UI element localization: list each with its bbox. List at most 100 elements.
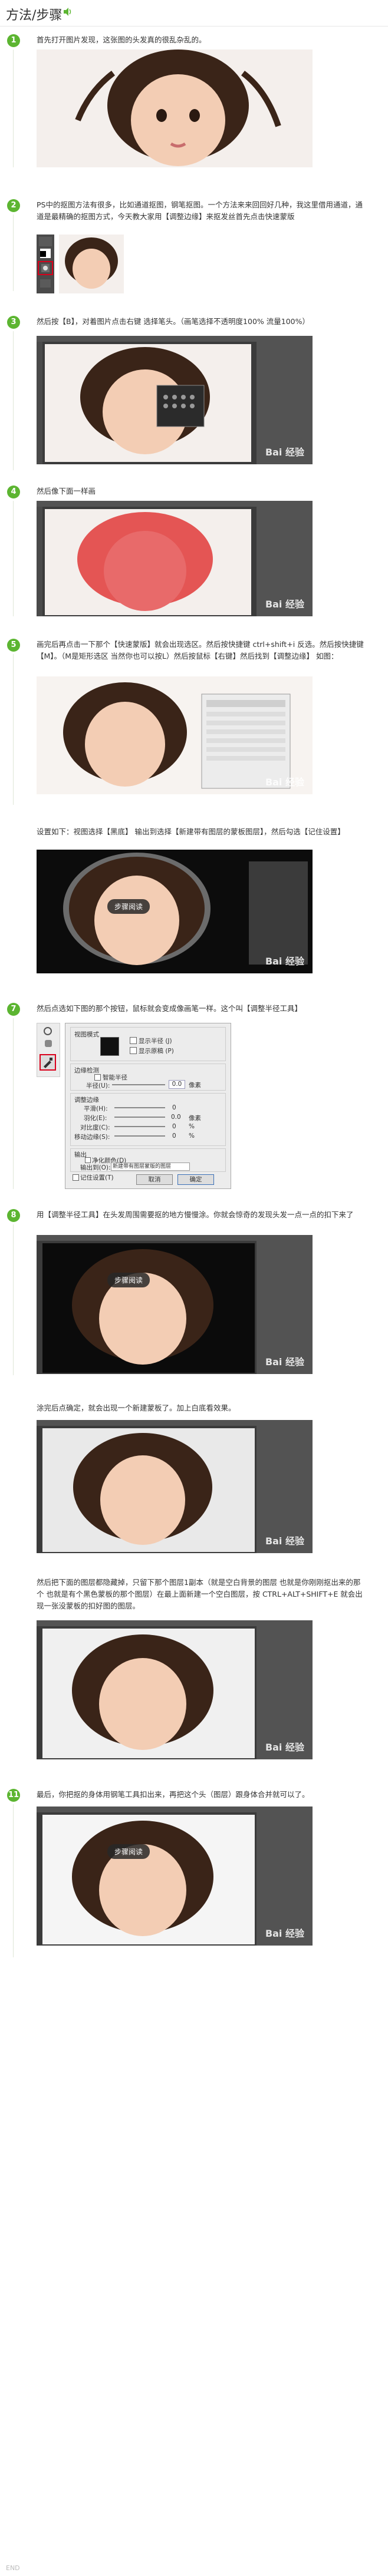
edge-detection-group: 边缘检测 智能半径 半径(U): 0.0 像素 bbox=[70, 1064, 226, 1091]
step-image bbox=[37, 49, 313, 167]
step-connector bbox=[13, 501, 14, 616]
step-image: Bai 经验 bbox=[37, 1420, 313, 1553]
ok-button[interactable]: 确定 bbox=[177, 1174, 214, 1185]
output-to-label: 输出到(O): bbox=[80, 1164, 111, 1171]
step-text: PS中的抠图方法有很多，比如通道抠图，钢笔抠图。一个方法来来回回好几种，我这里借… bbox=[37, 200, 363, 221]
radius-field[interactable]: 0.0 bbox=[169, 1080, 185, 1089]
step-1: 1 首先打开图片发现，这张图的头发真的很乱杂乱的。 bbox=[0, 31, 388, 167]
show-original-checkbox[interactable] bbox=[130, 1047, 137, 1054]
output-to-select[interactable]: 新建带有图层蒙版的图层 bbox=[111, 1162, 190, 1171]
step-image-toolbar bbox=[37, 235, 54, 293]
step-connector bbox=[13, 1018, 14, 1189]
step-image: 步骤阅读 Bai 经验 bbox=[37, 850, 313, 973]
contrast-label: 对比度(C): bbox=[80, 1124, 110, 1131]
step-image-photo bbox=[59, 235, 124, 293]
step-connector bbox=[13, 49, 14, 167]
step-7: 7 然后点选如下图的那个按钮，鼠标就会变成像画笔一样。这个叫【调整半径工具】 视… bbox=[0, 999, 388, 1194]
step-8: 8 用【调整半径工具】在头发周围需要抠的地方慢慢涂。你就会惊奇的发现头发一点一点… bbox=[0, 1206, 388, 1376]
step-text: 然后像下面一样画 bbox=[37, 487, 96, 496]
step-number: 4 bbox=[7, 486, 20, 498]
smart-radius-label: 智能半径 bbox=[103, 1074, 127, 1081]
step-text: 用【调整半径工具】在头发周围需要抠的地方慢慢涂。你就会惊奇的发现头发一点一点的扣… bbox=[37, 1210, 354, 1219]
refine-radius-tool-button[interactable] bbox=[40, 1054, 56, 1071]
edge-detection-label: 边缘检测 bbox=[74, 1067, 99, 1074]
smart-radius-checkbox[interactable] bbox=[94, 1074, 101, 1081]
step-text: 然后按【B】，对着图片点击右键 选择笔头。（画笔选择不透明度100% 流量100… bbox=[37, 317, 310, 326]
step-image: Bai 经验 bbox=[37, 501, 313, 616]
step-3: 3 然后按【B】，对着图片点击右键 选择笔头。（画笔选择不透明度100% 流量1… bbox=[0, 312, 388, 471]
brush-icon bbox=[44, 1058, 52, 1068]
hand-icon[interactable] bbox=[45, 1040, 52, 1047]
step-number: 8 bbox=[7, 1209, 20, 1222]
watermark: Bai 经验 bbox=[265, 1535, 304, 1547]
radius-label: 半径(U): bbox=[86, 1082, 110, 1089]
step-image: Bai 经验 bbox=[37, 1620, 313, 1759]
step-6: 6 设置如下：视图选择【黑底】 输出到选择【新建带有图层的蒙板图层】，然后勾选【… bbox=[0, 823, 388, 982]
watermark: Bai 经验 bbox=[265, 956, 304, 967]
radius-unit: 像素 bbox=[189, 1082, 201, 1089]
step-2: 2 PS中的抠图方法有很多，比如通道抠图，钢笔抠图。一个方法来来回回好几种，我这… bbox=[0, 196, 388, 296]
shift-edge-unit: % bbox=[189, 1132, 195, 1140]
smooth-slider[interactable] bbox=[114, 1107, 165, 1108]
contrast-unit: % bbox=[189, 1123, 195, 1130]
step-number: 1 bbox=[7, 34, 20, 47]
step-text: 然后把下面的图层都隐藏掉，只留下那个图层1副本（就是空白背景的图层 也就是你刚刚… bbox=[37, 1578, 363, 1610]
refine-edge-dialog: 视图模式 显示半径 (J) 显示原稿 (P) 边缘检测 智能半径 半径(U): … bbox=[65, 1023, 231, 1189]
step-number: 2 bbox=[7, 199, 20, 212]
step-text: 设置如下：视图选择【黑底】 输出到选择【新建带有图层的蒙板图层】，然后勾选【记住… bbox=[37, 827, 345, 836]
step-connector bbox=[13, 1804, 14, 1957]
step-image: 步骤阅读 Bai 经验 bbox=[37, 1235, 313, 1374]
photo-girl bbox=[37, 49, 313, 167]
step-connector bbox=[13, 331, 14, 470]
view-mode-label: 视图模式 bbox=[74, 1031, 99, 1038]
watermark: Bai 经验 bbox=[265, 1742, 304, 1753]
radius-slider[interactable] bbox=[112, 1084, 165, 1085]
step-text: 画完后再点击一下那个【快速蒙版】就会出现选区。然后按快捷键 ctrl+shift… bbox=[37, 640, 364, 660]
contrast-value[interactable]: 0 bbox=[172, 1123, 176, 1130]
remember-label: 记住设置(T) bbox=[80, 1174, 114, 1181]
end-marker: END bbox=[6, 2564, 20, 2572]
watermark: Bai 经验 bbox=[265, 447, 304, 458]
decontaminate-checkbox[interactable] bbox=[85, 1157, 91, 1163]
step-number: 11 bbox=[7, 1789, 20, 1802]
smooth-value[interactable]: 0 bbox=[172, 1104, 176, 1111]
watermark: Bai 经验 bbox=[265, 1356, 304, 1368]
step-image: 步骤阅读 Bai 经验 bbox=[37, 1806, 313, 1946]
section-title: 方法/步骤 bbox=[6, 8, 63, 23]
step-image: Bai 经验 bbox=[37, 336, 313, 464]
step-image: Bai 经验 bbox=[37, 676, 313, 794]
output-group: 输出 净化颜色(D) 输出到(O): 新建带有图层蒙版的图层 bbox=[70, 1148, 226, 1172]
step-number: 3 bbox=[7, 316, 20, 329]
step-11: 11 最后，你把抠的身体用钢笔工具扣出来，再把这个头（图层）跟身体合并就可以了。… bbox=[0, 1785, 388, 1962]
step-connector bbox=[13, 654, 14, 805]
show-radius-label: 显示半径 (J) bbox=[139, 1038, 172, 1045]
cancel-button[interactable]: 取消 bbox=[136, 1174, 173, 1185]
view-thumbnail[interactable] bbox=[100, 1037, 119, 1056]
zoom-icon[interactable] bbox=[44, 1027, 52, 1035]
step-number: 7 bbox=[7, 1003, 20, 1016]
tool-strip bbox=[37, 1023, 60, 1077]
adjust-edge-group: 调整边缘 平滑(H): 0 羽化(E): 0.0 像素 对比度(C): 0 % … bbox=[70, 1093, 226, 1146]
feather-value[interactable]: 0.0 bbox=[171, 1114, 181, 1121]
show-radius-checkbox[interactable] bbox=[130, 1037, 137, 1044]
adjust-edge-label: 调整边缘 bbox=[74, 1097, 99, 1104]
context-label: 步骤阅读 bbox=[107, 899, 150, 914]
step-4: 4 然后像下面一样画 Bai 经验 bbox=[0, 482, 388, 617]
feather-slider[interactable] bbox=[114, 1117, 165, 1118]
feather-unit: 像素 bbox=[189, 1115, 201, 1122]
shift-edge-slider[interactable] bbox=[114, 1135, 165, 1137]
remember-checkbox[interactable] bbox=[73, 1174, 79, 1181]
step-9: 9 涂完后点确定，就会出现一个新建蒙板了。加上白底看效果。 Bai 经验 bbox=[0, 1399, 388, 1558]
watermark: Bai 经验 bbox=[265, 599, 304, 610]
step-5: 5 画完后再点击一下那个【快速蒙版】就会出现选区。然后按快捷键 ctrl+shi… bbox=[0, 635, 388, 806]
show-original-label: 显示原稿 (P) bbox=[139, 1048, 174, 1055]
shift-edge-label: 移动边缘(S): bbox=[74, 1134, 110, 1141]
contrast-slider[interactable] bbox=[114, 1126, 165, 1127]
step-text: 首先打开图片发现，这张图的头发真的很乱杂乱的。 bbox=[37, 35, 206, 44]
smooth-label: 平滑(H): bbox=[84, 1105, 108, 1112]
speaker-icon[interactable] bbox=[63, 7, 73, 16]
step-10: 10 然后把下面的图层都隐藏掉，只留下那个图层1副本（就是空白背景的图层 也就是… bbox=[0, 1573, 388, 1774]
shift-edge-value[interactable]: 0 bbox=[172, 1132, 176, 1140]
context-label: 步骤阅读 bbox=[107, 1273, 150, 1287]
section-header: 方法/步骤 bbox=[0, 0, 388, 27]
